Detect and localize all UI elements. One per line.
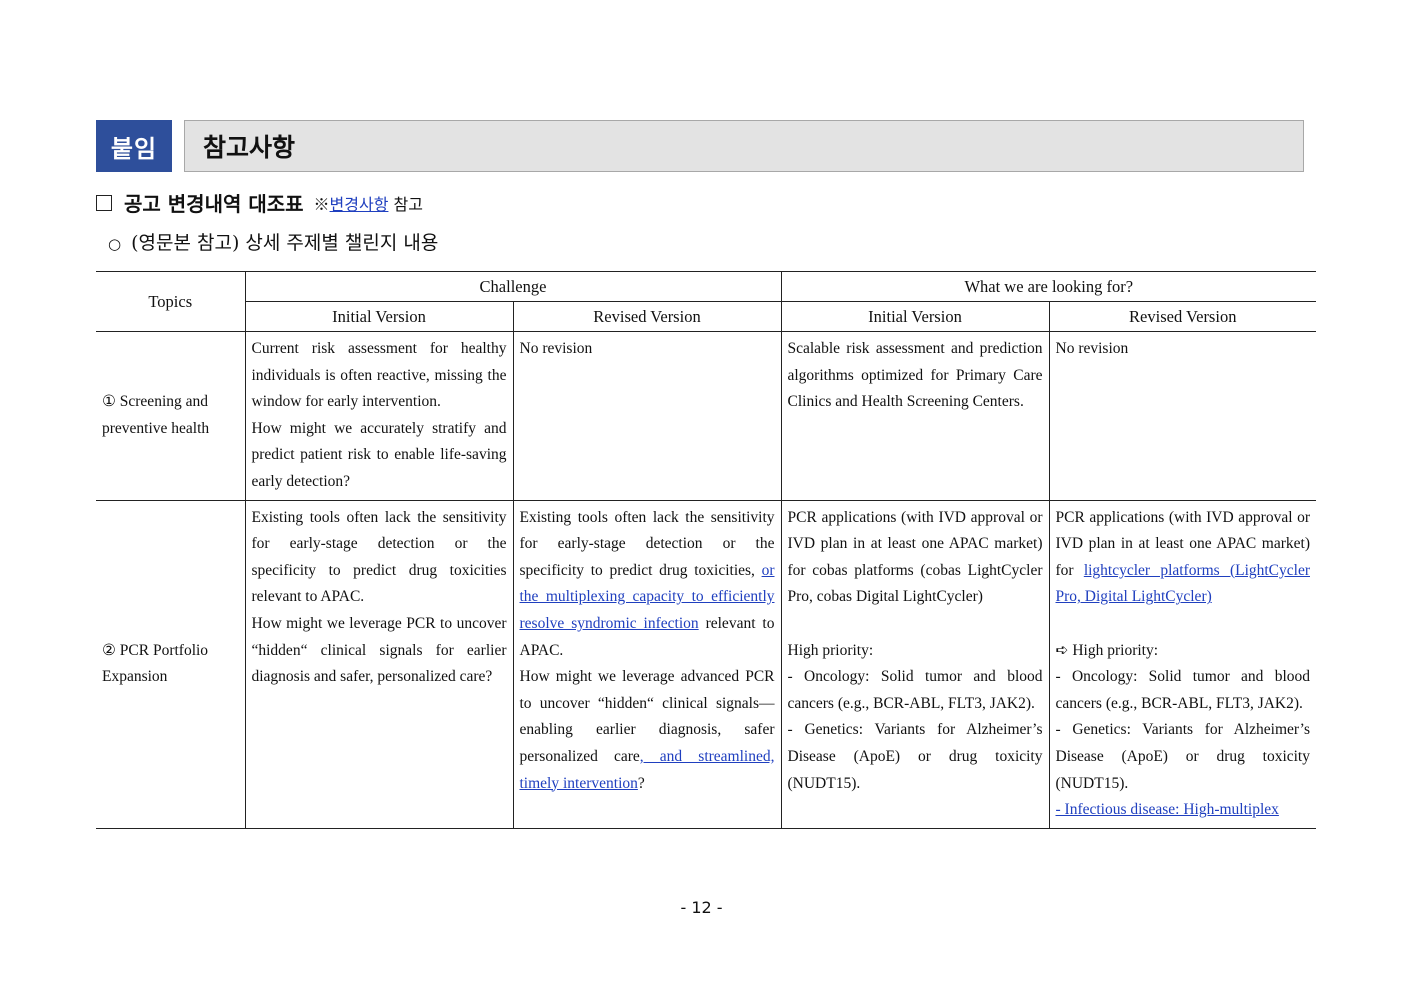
- header-looking-revised: Revised Version: [1048, 301, 1316, 332]
- list-item: - Genetics: Variants for Alzheimer’s Dis…: [1055, 721, 1311, 792]
- header-topics: Topics: [96, 271, 246, 332]
- header-looking-for: What we are looking for?: [780, 271, 1316, 302]
- table-row: ② PCR Portfolio Expansion Existing tools…: [96, 499, 1316, 829]
- checkbox-icon: [96, 194, 112, 211]
- paragraph: PCR applications (with IVD approval or I…: [1056, 505, 1311, 611]
- attachment-tag: 붙임: [96, 120, 172, 172]
- table-row: ① Screening and preventive health Curren…: [96, 331, 1316, 501]
- paragraph: Existing tools often lack the sensitivit…: [251, 508, 507, 606]
- looking-revised-cell: PCR applications (with IVD approval or I…: [1048, 499, 1316, 829]
- revised-underline-text: lightcycler platforms (LightCycler Pro, …: [1055, 561, 1311, 606]
- paragraph: Existing tools often lack the sensitivit…: [520, 505, 775, 665]
- list-item: - Oncology: Solid tumor and blood cancer…: [787, 668, 1043, 712]
- looking-revised-cell: No revision: [1048, 331, 1316, 501]
- challenge-initial-cell: Existing tools often lack the sensitivit…: [244, 499, 514, 829]
- challenge-initial-cell: Current risk assessment for healthy indi…: [244, 331, 514, 501]
- priority-label: ➪ High priority:: [1055, 641, 1159, 659]
- section-header: 붙임 참고사항: [96, 120, 1304, 172]
- page-number: - 12 -: [680, 898, 723, 917]
- header-challenge: Challenge: [244, 271, 782, 302]
- subheading: ○ (영문본 참고) 상세 주제별 챌린지 내용: [108, 228, 438, 255]
- list-item: - Genetics: Variants for Alzheimer’s Dis…: [787, 721, 1043, 792]
- header-challenge-revised: Revised Version: [512, 301, 782, 332]
- list-item: - Oncology: Solid tumor and blood cancer…: [1055, 668, 1311, 712]
- page-title: 참고사항: [203, 133, 296, 162]
- challenge-revised-cell: No revision: [512, 331, 782, 501]
- paragraph: PCR applications (with IVD approval or I…: [787, 508, 1043, 606]
- paragraph: How might we leverage advanced PCR to un…: [520, 664, 775, 797]
- comparison-table: Topics Challenge What we are looking for…: [96, 271, 1316, 829]
- paragraph: How might we leverage PCR to uncover “hi…: [251, 614, 507, 686]
- header-challenge-initial: Initial Version: [245, 301, 514, 332]
- text-span: ?: [637, 774, 645, 792]
- section-note: ※변경사항 참고: [314, 191, 423, 215]
- text-span: Existing tools often lack the sensitivit…: [519, 508, 775, 579]
- circle-bullet-icon: ○: [108, 235, 122, 253]
- priority-label: High priority:: [787, 641, 874, 659]
- topic-cell: ① Screening and preventive health: [96, 331, 246, 501]
- looking-initial-cell: Scalable risk assessment and prediction …: [780, 331, 1050, 501]
- section-heading: 공고 변경내역 대조표 ※변경사항 참고: [96, 188, 423, 217]
- paragraph: Current risk assessment for healthy indi…: [251, 340, 507, 411]
- title-box: 참고사항: [184, 120, 1304, 172]
- paragraph: How might we accurately stratify and pre…: [251, 419, 507, 490]
- topic-cell: ② PCR Portfolio Expansion: [96, 499, 246, 829]
- section-title: 공고 변경내역 대조표: [124, 192, 304, 216]
- changes-link[interactable]: 변경사항: [330, 195, 389, 214]
- subheading-text: (영문본 참고) 상세 주제별 챌린지 내용: [131, 232, 439, 254]
- challenge-revised-cell: Existing tools often lack the sensitivit…: [512, 499, 782, 829]
- note-prefix: ※: [313, 194, 330, 214]
- looking-initial-cell: PCR applications (with IVD approval or I…: [780, 499, 1050, 829]
- note-suffix: 참고: [393, 194, 423, 214]
- list-item: - Infectious disease: High-multiplex: [1055, 801, 1279, 819]
- header-looking-initial: Initial Version: [780, 301, 1050, 332]
